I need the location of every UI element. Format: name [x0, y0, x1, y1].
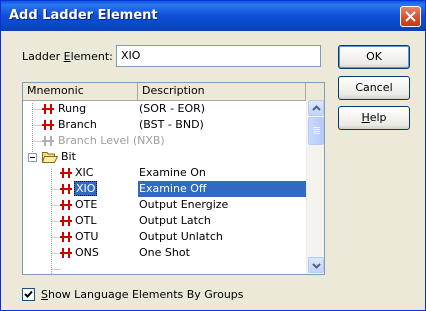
rung-icon	[42, 136, 54, 146]
ladder-element-label: Ladder Element:	[22, 50, 113, 63]
close-icon	[405, 11, 416, 22]
rung-icon	[60, 232, 72, 242]
list-item-branch-level: Branch Level (NXB)	[23, 133, 306, 149]
add-ladder-element-dialog: Add Ladder Element Ladder Element: XIO O…	[0, 0, 426, 311]
scrollbar-thumb[interactable]	[308, 117, 324, 145]
list-item-ons[interactable]: ONS One Shot	[23, 245, 306, 261]
dialog-title: Add Ladder Element	[9, 8, 158, 23]
description: Examine Off	[139, 182, 207, 195]
description: One Shot	[139, 246, 190, 259]
show-groups-label[interactable]: Show Language Elements By Groups	[41, 288, 244, 301]
rung-icon	[42, 120, 54, 130]
description: Examine On	[139, 166, 206, 179]
thumb-grip	[313, 127, 320, 134]
list-item-rung[interactable]: Rung (SOR - EOR)	[23, 101, 306, 117]
mnemonic: Branch	[58, 118, 97, 131]
description: (SOR - EOR)	[139, 102, 206, 115]
description: Output Energize	[139, 198, 229, 211]
mnemonic: XIC	[75, 166, 94, 179]
help-button[interactable]: Help	[338, 106, 410, 130]
mnemonic: Rung	[58, 102, 87, 115]
rung-icon	[60, 248, 72, 258]
description: Output Latch	[139, 214, 211, 227]
chevron-up-icon	[312, 105, 321, 111]
title-bar[interactable]: Add Ladder Element	[1, 1, 425, 31]
ladder-element-list[interactable]: Mnemonic Description Rung (SOR - EOR) Br…	[22, 82, 325, 275]
mnemonic: Branch Level (NXB)	[58, 134, 165, 147]
description: (BST - BND)	[139, 118, 204, 131]
mnemonic: OTU	[75, 230, 99, 243]
mnemonic: XIO	[74, 181, 98, 196]
ladder-element-input[interactable]: XIO	[116, 45, 321, 67]
checkmark-icon	[24, 290, 33, 298]
vertical-scrollbar[interactable]	[306, 100, 324, 274]
rung-icon	[60, 184, 72, 194]
rung-icon	[42, 104, 54, 114]
mnemonic: OTL	[75, 214, 97, 227]
list-item-xic[interactable]: XIC Examine On	[23, 165, 306, 181]
list-item-otl[interactable]: OTL Output Latch	[23, 213, 306, 229]
ok-button[interactable]: OK	[338, 45, 410, 69]
mnemonic: Bit	[61, 150, 76, 163]
cancel-button[interactable]: Cancel	[338, 76, 410, 100]
close-button[interactable]	[400, 6, 421, 27]
rung-icon	[60, 216, 72, 226]
chevron-down-icon	[312, 263, 321, 269]
mnemonic: ONS	[75, 246, 99, 259]
scroll-up-button[interactable]	[308, 100, 324, 116]
list-item-ote[interactable]: OTE Output Energize	[23, 197, 306, 213]
scroll-down-button[interactable]	[308, 257, 324, 273]
show-groups-checkbox[interactable]	[22, 288, 35, 301]
rung-icon	[60, 168, 72, 178]
list-item-bit-group[interactable]: Bit	[23, 149, 306, 165]
list-item-otu[interactable]: OTU Output Unlatch	[23, 229, 306, 245]
rung-icon	[60, 200, 72, 210]
mnemonic: OTE	[75, 198, 98, 211]
open-folder-icon	[42, 152, 58, 163]
list-item-xio[interactable]: XIO Examine Off	[23, 181, 306, 197]
description: Output Unlatch	[139, 230, 223, 243]
list-item-branch[interactable]: Branch (BST - BND)	[23, 117, 306, 133]
